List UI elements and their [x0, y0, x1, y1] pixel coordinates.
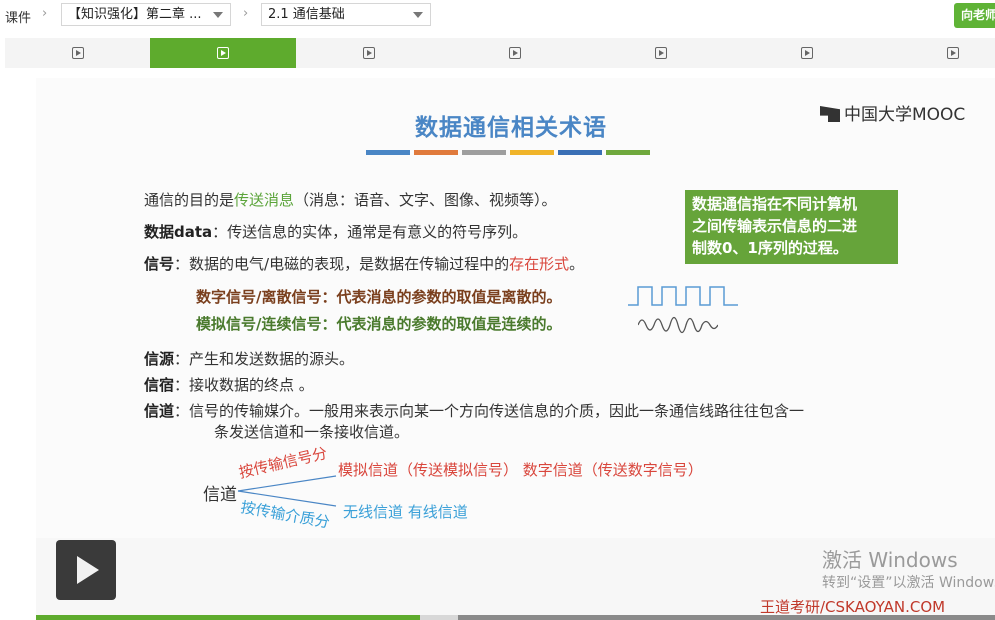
progress-buffered	[419, 615, 458, 620]
video-tab-1[interactable]	[5, 38, 151, 68]
line-source: 信源：产生和发送数据的源头。	[144, 348, 354, 369]
top-bar: 课件 › 【知识强化】第二章 ... › 2.1 通信基础 向老师	[0, 0, 995, 30]
line-channel: 信道：信号的传输媒介。一般用来表示向某一个方向传送信息的介质，因此一条通信线路往…	[144, 400, 804, 421]
line-source-text: ：产生和发送数据的源头。	[174, 350, 355, 368]
play-video-icon	[363, 47, 375, 59]
definition-line-3: 制数0、1序列的过程。	[692, 239, 848, 257]
windows-watermark: 激活 Windows	[822, 548, 958, 572]
line-signal-highlight: 存在形式	[509, 255, 570, 273]
definition-line-1: 数据通信指在不同计算机	[692, 195, 858, 213]
chevron-down-icon	[213, 12, 223, 18]
term-data: 数据data	[144, 223, 213, 241]
definition-box: 数据通信指在不同计算机 之间传输表示信息的二进 制数0、1序列的过程。	[685, 190, 898, 264]
line-signal-post: 。	[569, 255, 585, 273]
diagram-root: 信道	[203, 485, 237, 505]
term-signal: 信号	[144, 255, 175, 273]
chapter-select[interactable]: 【知识强化】第二章 ...	[61, 3, 231, 26]
definition-line-2: 之间传输表示信息的二进	[692, 217, 858, 235]
chevron-right-icon: ›	[243, 6, 249, 21]
video-tab-2[interactable]	[150, 38, 296, 68]
brand-watermark: 王道考研/CSKAOYAN.COM	[760, 598, 946, 616]
video-tab-5[interactable]	[588, 38, 734, 68]
chevron-right-icon: ›	[42, 6, 48, 21]
line-purpose-post: （消息：语音、文字、图像、视频等）。	[294, 191, 557, 209]
slide: 数据通信相关术语 中国大学MOOC 通信的目的是传送消息（消息：语音、文字、图像…	[36, 78, 995, 538]
video-tab-7[interactable]	[880, 38, 995, 68]
line-sink-text: ：接收数据的终点 。	[174, 376, 314, 394]
ask-teacher-button[interactable]: 向老师	[954, 3, 995, 28]
term-source: 信源	[144, 350, 175, 368]
line-purpose-highlight: 传送消息	[234, 191, 295, 209]
line-signal-text: ：数据的电气/电磁的表现，是数据在传输过程中的	[174, 255, 510, 273]
term-sink: 信宿	[144, 376, 175, 394]
line-sink: 信宿：接收数据的终点 。	[144, 374, 314, 395]
chapter-select-label: 【知识强化】第二章 ...	[68, 7, 202, 22]
line-purpose-text: 通信的目的是	[144, 191, 235, 209]
play-button[interactable]	[56, 540, 116, 600]
play-video-icon	[509, 47, 521, 59]
mooc-logo-text: 中国大学MOOC	[844, 105, 966, 125]
line-data-text: ：传送信息的实体，通常是有意义的符号序列。	[212, 223, 528, 241]
play-video-icon	[947, 47, 959, 59]
video-tab-6[interactable]	[734, 38, 880, 68]
progress-played	[36, 615, 420, 620]
mooc-logo-icon	[820, 106, 840, 122]
line-channel-text: ：信号的传输媒介。一般用来表示向某一个方向传送信息的介质，因此一条通信线路往往包…	[174, 402, 805, 420]
breadcrumb-root[interactable]: 课件	[5, 7, 31, 26]
digital-waveform-icon	[628, 286, 738, 306]
digital-signal-line: 数字信号/离散信号：代表消息的参数的取值是离散的。	[196, 288, 562, 306]
chevron-down-icon	[413, 12, 423, 18]
section-select[interactable]: 2.1 通信基础	[261, 3, 431, 26]
video-player[interactable]: 数据通信相关术语 中国大学MOOC 通信的目的是传送消息（消息：语音、文字、图像…	[36, 78, 995, 620]
line-channel-cont: 条发送信道和一条接收信道。	[214, 423, 410, 441]
analog-waveform-icon	[638, 316, 718, 334]
line-data: 数据data：传送信息的实体，通常是有意义的符号序列。	[144, 221, 527, 242]
term-channel: 信道	[144, 402, 175, 420]
progress-bar[interactable]	[36, 615, 995, 620]
play-video-icon	[217, 47, 229, 59]
line-signal: 信号：数据的电气/电磁的表现，是数据在传输过程中的存在形式。	[144, 253, 584, 274]
title-bar-segment	[366, 150, 410, 155]
title-bar-segment	[462, 150, 506, 155]
line-purpose: 通信的目的是传送消息（消息：语音、文字、图像、视频等）。	[144, 189, 557, 210]
video-tab-3[interactable]	[296, 38, 442, 68]
video-tab-4[interactable]	[442, 38, 588, 68]
title-bar-segment	[414, 150, 458, 155]
branch-by-signal-items: 模拟信道（传送模拟信号） 数字信道（传送数字信号）	[338, 461, 703, 479]
video-tab-strip	[5, 38, 995, 68]
title-bar-segment	[558, 150, 602, 155]
play-video-icon	[801, 47, 813, 59]
analog-signal-line: 模拟信号/连续信号：代表消息的参数的取值是连续的。	[196, 315, 562, 333]
section-select-label: 2.1 通信基础	[268, 7, 345, 22]
branch-by-medium-items: 无线信道 有线信道	[343, 503, 468, 521]
play-video-icon	[655, 47, 667, 59]
play-video-icon	[72, 47, 84, 59]
title-bar-segment	[510, 150, 554, 155]
windows-watermark-sub: 转到“设置”以激活 Windows。	[822, 575, 995, 591]
mooc-logo: 中国大学MOOC	[820, 100, 965, 125]
title-bar-segment	[606, 150, 650, 155]
